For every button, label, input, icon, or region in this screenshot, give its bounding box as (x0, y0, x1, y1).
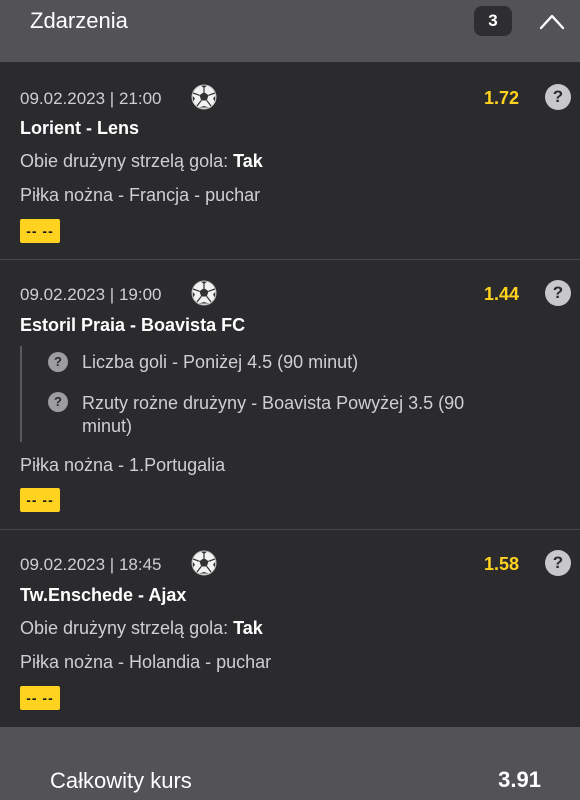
soccer-ball-icon (191, 84, 217, 110)
event-card: 09.02.2023 | 21:00 1.72 ? Lorient - Lens… (0, 62, 580, 260)
selection-group-bar (20, 346, 22, 442)
total-odds-label: Całkowity kurs (50, 768, 192, 793)
help-icon[interactable]: ? (545, 280, 571, 306)
event-card: 09.02.2023 | 19:00 1.44 ? Estoril Praia … (0, 260, 580, 530)
score-badge: -- -- (20, 219, 60, 243)
event-odds[interactable]: 1.44 (484, 284, 519, 305)
event-league: Piłka nożna - Holandia - puchar (20, 652, 272, 672)
event-card: 09.02.2023 | 18:45 1.58 ? Tw.Enschede - … (0, 530, 580, 727)
event-league: Piłka nożna - Francja - puchar (20, 185, 261, 205)
total-odds-value: 3.91 (498, 767, 541, 792)
market-value: Tak (233, 151, 263, 171)
market-label: Obie drużyny strzelą gola: (20, 151, 229, 171)
event-odds[interactable]: 1.58 (484, 554, 519, 575)
event-teams[interactable]: Tw.Enschede - Ajax (20, 585, 186, 606)
events-count-badge: 3 (474, 6, 512, 36)
event-date: 09.02.2023 | 21:00 (20, 89, 162, 108)
help-icon[interactable]: ? (48, 352, 68, 372)
total-odds-bar: Całkowity kurs 3.91 (0, 727, 580, 800)
selection-item: Rzuty rożne drużyny - Boavista Powyżej 3… (82, 393, 465, 436)
market-value: Tak (233, 618, 263, 638)
score-badge: -- -- (20, 488, 60, 512)
soccer-ball-icon (191, 550, 217, 576)
help-icon[interactable]: ? (545, 84, 571, 110)
event-teams[interactable]: Estoril Praia - Boavista FC (20, 315, 245, 336)
event-teams[interactable]: Lorient - Lens (20, 118, 139, 139)
chevron-up-icon (539, 14, 565, 30)
collapse-button[interactable] (535, 6, 569, 36)
event-date: 09.02.2023 | 18:45 (20, 555, 162, 574)
help-icon[interactable]: ? (545, 550, 571, 576)
header-title: Zdarzenia (30, 8, 128, 33)
event-date: 09.02.2023 | 19:00 (20, 285, 162, 304)
selection-item: Liczba goli - Poniżej 4.5 (90 minut) (82, 352, 359, 372)
event-league: Piłka nożna - 1.Portugalia (20, 455, 226, 475)
events-header: Zdarzenia 3 (0, 0, 580, 62)
soccer-ball-icon (191, 280, 217, 306)
event-odds[interactable]: 1.72 (484, 88, 519, 109)
help-icon[interactable]: ? (48, 392, 68, 412)
score-badge: -- -- (20, 686, 60, 710)
market-label: Obie drużyny strzelą gola: (20, 618, 229, 638)
event-market: Obie drużyny strzelą gola: Tak (20, 618, 263, 639)
event-market: Obie drużyny strzelą gola: Tak (20, 151, 263, 172)
